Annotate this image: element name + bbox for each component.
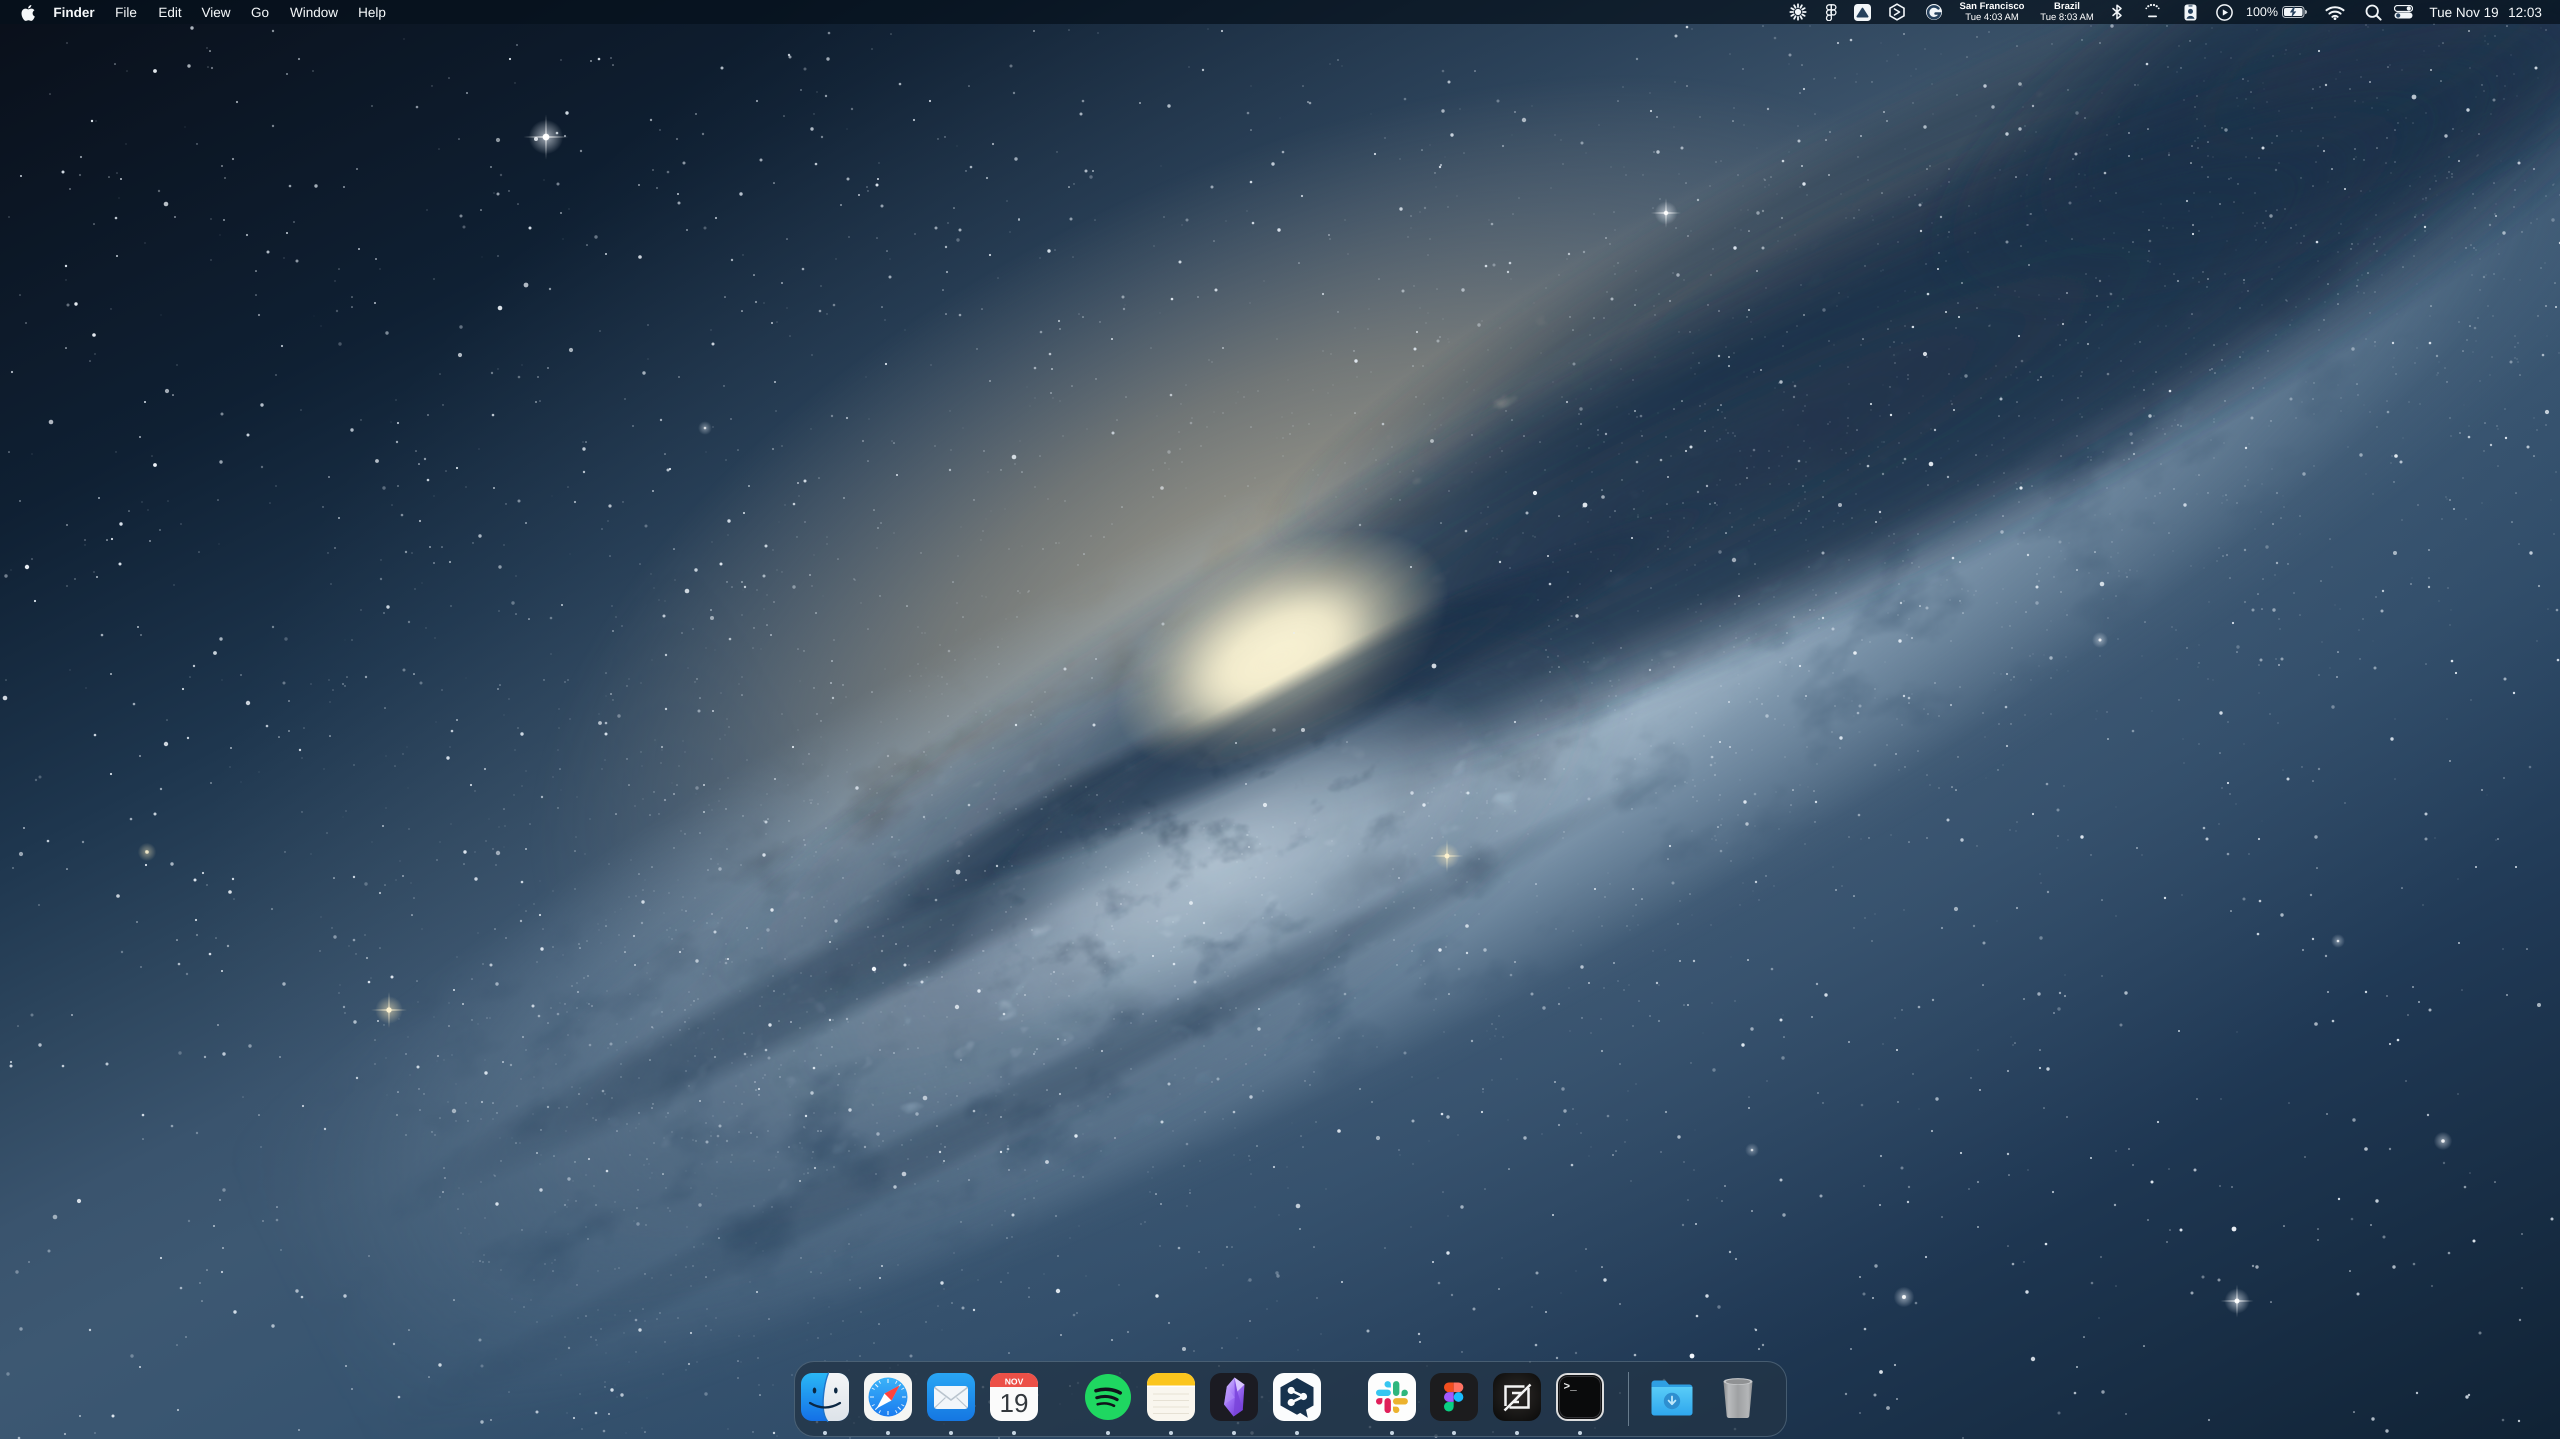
svg-text:>_: >_ [1564,1382,1578,1394]
svg-text:19: 19 [1000,1388,1029,1418]
svg-text:NOV: NOV [1005,1377,1024,1387]
